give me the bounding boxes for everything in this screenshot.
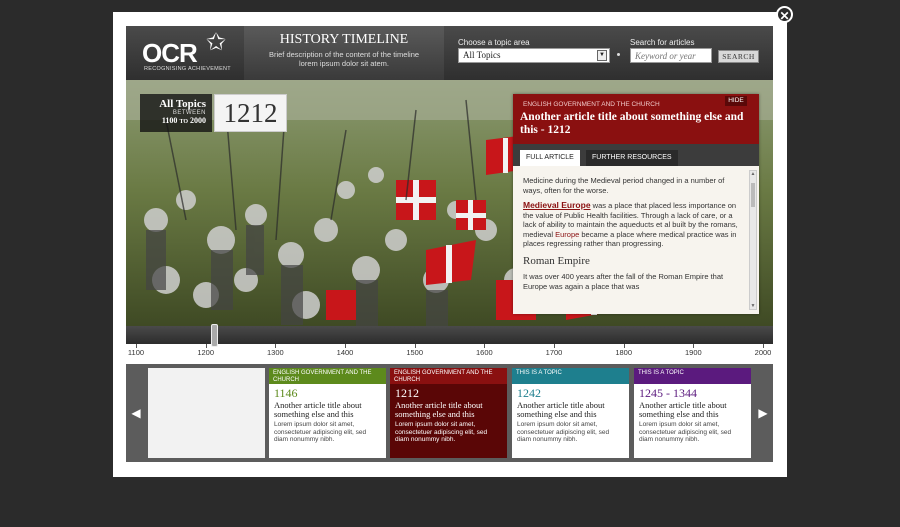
- search-button[interactable]: SEARCH: [718, 50, 759, 63]
- timeline-label: 1100: [127, 348, 145, 357]
- search-label: Search for articles: [630, 38, 695, 47]
- card-year: 1242: [517, 386, 541, 400]
- chevron-right-icon[interactable]: ▶: [753, 364, 773, 462]
- description-line: Brief description of the content of the …: [268, 50, 420, 59]
- page-title: HISTORY TIMELINE: [279, 32, 409, 47]
- range-from: 1100: [161, 116, 178, 125]
- description-line: lorem ipsum dolor sit atem.: [298, 59, 390, 68]
- timeline-label: 1700: [545, 348, 563, 357]
- card-category: ENGLISH GOVERNMENT AND THE CHURCH: [269, 368, 386, 384]
- range-to-word: TO: [179, 119, 188, 125]
- timeline-label: 2000: [754, 348, 772, 357]
- timeline-label: 1400: [336, 348, 354, 357]
- timeline-label: 1200: [197, 348, 214, 357]
- card-description: Lorem ipsum dolor sit amet, consectetuer…: [517, 421, 610, 443]
- article-tabs: FULL ARTICLE FURTHER RESOURCES: [513, 144, 759, 166]
- article-card[interactable]: ENGLISH GOVERNMENT AND THE CHURCH 1212 Ano…: [390, 368, 507, 458]
- article-subheading: Roman Empire: [523, 254, 590, 267]
- card-description: Lorem ipsum dolor sit amet, consectetuer…: [395, 421, 488, 443]
- hide-button[interactable]: HIDE: [725, 96, 747, 106]
- scroll-down-icon[interactable]: ▼: [750, 303, 756, 309]
- header-bar: OCR ✩ RECOGNISING ACHIEVEMENT HISTORY TI…: [126, 26, 773, 80]
- card-year: 1212: [395, 386, 419, 400]
- timeline-label: 1600: [475, 348, 493, 357]
- card-description: Lorem ipsum dolor sit amet, consectetuer…: [274, 421, 367, 443]
- empty-card: [148, 368, 265, 458]
- article-title: Another article title about something el…: [520, 111, 744, 136]
- separator-dot: [617, 53, 620, 56]
- card-category: ENGLISH GOVERNMENT AND THE CHURCH: [390, 368, 507, 384]
- card-title: Another article title about something el…: [274, 400, 362, 419]
- topic-select[interactable]: All Topics ▼: [458, 48, 610, 63]
- close-icon[interactable]: ✕: [776, 6, 793, 23]
- card-year: 1146: [274, 386, 298, 400]
- medieval-europe-link[interactable]: Medieval Europe: [523, 200, 591, 210]
- card-title: Another article title about something el…: [395, 400, 483, 419]
- current-year-display: 1212: [214, 94, 287, 132]
- timeline-label: 1500: [406, 348, 423, 357]
- timeline-label: 1900: [684, 348, 702, 357]
- article-header: ENGLISH GOVERNMENT AND THE CHURCH HIDE A…: [513, 94, 759, 144]
- logo-wordmark: OCR: [142, 38, 198, 68]
- article-paragraph: It was over 400 years after the fall of …: [523, 272, 724, 291]
- topic-range-box: All Topics BETWEEN 1100 TO 2000: [140, 94, 212, 132]
- range-topic: All Topics: [159, 98, 206, 110]
- range-years: 1100 TO 2000: [140, 116, 206, 125]
- card-description: Lorem ipsum dolor sit amet, consectetuer…: [639, 421, 732, 443]
- timeline-label: 1300: [266, 348, 284, 357]
- search-input[interactable]: [630, 48, 712, 63]
- card-title: Another article title about something el…: [517, 400, 605, 419]
- tab-full-article[interactable]: FULL ARTICLE: [520, 150, 580, 166]
- topic-select-value: All Topics: [463, 50, 501, 60]
- scroll-thumb[interactable]: [751, 183, 755, 207]
- card-category: THIS IS A TOPIC: [634, 368, 751, 384]
- dropdown-arrow-icon[interactable]: ▼: [597, 50, 607, 61]
- article-body: Medicine during the Medieval period chan…: [513, 166, 759, 314]
- article-card[interactable]: THIS IS A TOPIC 1242 Another article title…: [512, 368, 629, 458]
- header-title-block: HISTORY TIMELINE Brief description of th…: [244, 26, 444, 80]
- page-description: Brief description of the content of the …: [244, 50, 444, 68]
- scroll-up-icon[interactable]: ▲: [750, 171, 756, 177]
- card-category: THIS IS A TOPIC: [512, 368, 629, 384]
- article-paragraph: Medieval Europe was a place that placed …: [523, 200, 743, 249]
- timeline-track[interactable]: [126, 324, 773, 347]
- topic-label: Choose a topic area: [458, 38, 530, 47]
- tab-further-resources[interactable]: FURTHER RESOURCES: [586, 150, 678, 166]
- article-card[interactable]: THIS IS A TOPIC 1245 - 1344 Another articl…: [634, 368, 751, 458]
- timeline-scale: 1100 1200 1300 1400 1500 1600 1700 1800 1900 2000: [126, 344, 773, 358]
- star-icon: ✩: [206, 29, 227, 56]
- header-controls: Choose a topic area All Topics ▼ Search …: [444, 26, 773, 80]
- article-panel: ENGLISH GOVERNMENT AND THE CHURCH HIDE A…: [513, 94, 759, 314]
- article-carousel: ◀ ENGLISH GOVERNMENT AND THE CHURCH 1146 A…: [126, 364, 773, 462]
- logo-tagline: RECOGNISING ACHIEVEMENT: [144, 66, 231, 72]
- article-category: ENGLISH GOVERNMENT AND THE CHURCH: [523, 101, 660, 108]
- article-card[interactable]: ENGLISH GOVERNMENT AND THE CHURCH 1146 Ano…: [269, 368, 386, 458]
- range-to: 2000: [190, 116, 206, 125]
- europe-link[interactable]: Europe: [555, 230, 579, 239]
- article-scrollbar[interactable]: ▲ ▼: [749, 170, 757, 310]
- card-year: 1245 - 1344: [639, 386, 697, 400]
- chevron-left-icon[interactable]: ◀: [126, 364, 146, 462]
- ocr-logo[interactable]: OCR ✩ RECOGNISING ACHIEVEMENT: [126, 26, 244, 80]
- card-title: Another article title about something el…: [639, 400, 727, 419]
- timeline-label: 1800: [615, 348, 632, 357]
- article-intro: Medicine during the Medieval period chan…: [523, 176, 725, 195]
